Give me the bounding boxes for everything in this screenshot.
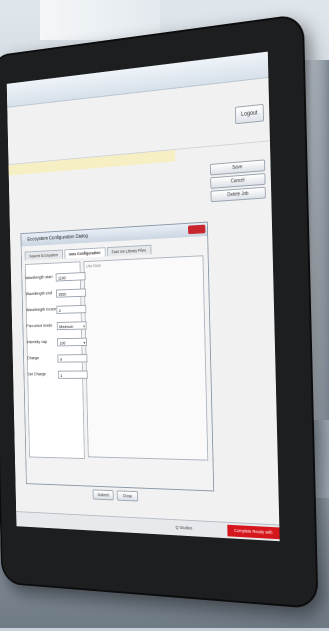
wavelength-end-input[interactable]: 2550	[56, 287, 86, 298]
logout-button[interactable]: Logout	[234, 103, 265, 125]
status-alert-badge: Complete Ready with Standard	[227, 524, 280, 541]
submit-button[interactable]: Submit	[92, 489, 114, 501]
close-icon[interactable]	[187, 224, 206, 235]
field-label: Precursor mode	[26, 323, 53, 329]
wavelength-increment-input[interactable]: 2	[56, 304, 87, 314]
results-panel: Use Data	[83, 255, 209, 461]
field-intensity-cap: Intensity cap 100	[27, 336, 99, 348]
delete-job-button[interactable]: Delete Job	[210, 186, 266, 203]
field-label: Charge	[26, 356, 39, 361]
wavelength-start-input[interactable]: 1100	[55, 271, 86, 282]
configuration-dialog: Ecosystem Configuration Dialog Search Ec…	[20, 221, 215, 492]
monitor: Logout Save Cancel Delete Job Ecosystem …	[0, 0, 329, 631]
dialog-actions: Submit Close	[92, 489, 139, 502]
field-label: Intensity cap	[26, 339, 48, 345]
field-wavelength-increment: Wavelength increment 2	[26, 303, 98, 316]
tab-fast-ion-library[interactable]: Fast Ion Library Files	[106, 244, 152, 257]
field-label: Wavelength end	[25, 291, 52, 297]
field-label: Set Charge	[27, 372, 46, 377]
charge-input[interactable]: 4	[57, 353, 88, 363]
tab-search-ecosystem[interactable]: Search Ecosystem	[24, 249, 63, 261]
status-user: Q Studies	[175, 524, 193, 531]
set-charge-input[interactable]: 1	[57, 370, 88, 379]
results-panel-text: Use Data	[85, 263, 101, 269]
field-set-charge: Set Charge 1	[27, 369, 99, 380]
intensity-cap-select[interactable]: 100	[57, 337, 87, 346]
field-label: Wavelength start	[25, 274, 53, 281]
tab-ions-configuration[interactable]: Ions Configuration	[64, 247, 106, 259]
monitor-screen: Logout Save Cancel Delete Job Ecosystem …	[6, 51, 280, 542]
field-charge: Charge 4	[27, 352, 99, 364]
dialog-title-text: Ecosystem Configuration Dialog	[27, 233, 88, 243]
field-precursor-mode: Precursor mode Minimum	[26, 319, 98, 332]
close-button[interactable]: Close	[116, 490, 139, 502]
precursor-mode-select[interactable]: Minimum	[56, 320, 87, 330]
field-label: Wavelength increment	[25, 306, 63, 313]
